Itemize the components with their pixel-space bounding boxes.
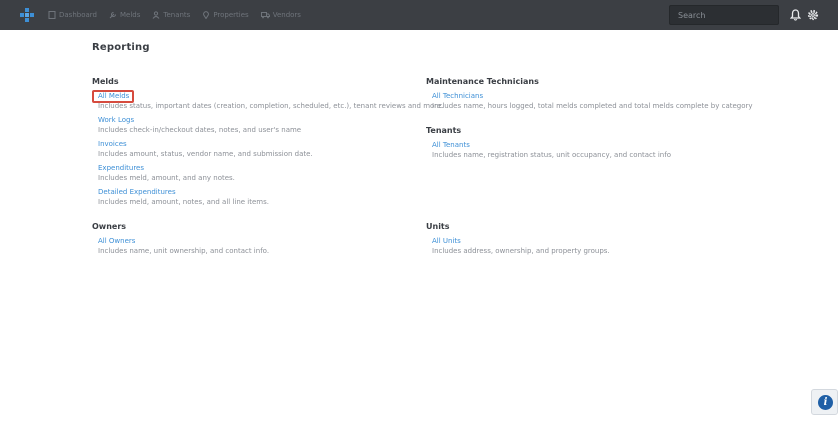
nav-label: Dashboard bbox=[59, 11, 97, 19]
nav-item-melds[interactable]: Melds bbox=[109, 11, 140, 19]
info-icon: i bbox=[818, 395, 833, 410]
section-title-owners: Owners bbox=[92, 222, 127, 231]
report-link-all-tenants[interactable]: All Tenants bbox=[432, 141, 470, 149]
nav-item-vendors[interactable]: Vendors bbox=[260, 11, 301, 19]
report-desc-all-melds: Includes status, important dates (creati… bbox=[98, 102, 444, 110]
report-link-work-logs[interactable]: Work Logs bbox=[98, 116, 134, 124]
section-title-units: Units bbox=[426, 222, 450, 231]
nav-item-properties[interactable]: Properties bbox=[202, 11, 249, 19]
report-link-all-units[interactable]: All Units bbox=[432, 237, 461, 245]
section-title-tenants: Tenants bbox=[426, 126, 462, 135]
report-desc-all-technicians: Includes name, hours logged, total melds… bbox=[432, 102, 753, 110]
report-link-all-melds[interactable]: All Melds bbox=[98, 92, 129, 100]
main-nav: Dashboard Melds Tenants Properties Vendo… bbox=[48, 0, 313, 30]
report-desc-detailed-expenditures: Includes meld, amount, notes, and all li… bbox=[98, 198, 269, 206]
top-navigation-bar: Dashboard Melds Tenants Properties Vendo… bbox=[0, 0, 838, 30]
nav-item-dashboard[interactable]: Dashboard bbox=[48, 11, 97, 19]
nav-label: Tenants bbox=[163, 11, 191, 19]
report-link-invoices[interactable]: Invoices bbox=[98, 140, 127, 148]
dashboard-icon bbox=[48, 11, 56, 19]
bell-icon[interactable] bbox=[790, 9, 801, 21]
section-title-melds: Melds bbox=[92, 77, 119, 86]
report-desc-all-tenants: Includes name, registration status, unit… bbox=[432, 151, 671, 159]
help-widget[interactable]: i bbox=[811, 389, 838, 415]
report-desc-all-units: Includes address, ownership, and propert… bbox=[432, 247, 610, 255]
wrench-icon bbox=[109, 12, 116, 19]
nav-item-tenants[interactable]: Tenants bbox=[152, 11, 190, 19]
section-title-technicians: Maintenance Technicians bbox=[426, 77, 539, 86]
nav-label: Properties bbox=[213, 11, 249, 19]
report-link-all-owners[interactable]: All Owners bbox=[98, 237, 135, 245]
report-link-detailed-expenditures[interactable]: Detailed Expenditures bbox=[98, 188, 176, 196]
nav-label: Melds bbox=[119, 11, 141, 19]
location-pin-icon bbox=[203, 11, 210, 19]
report-desc-work-logs: Includes check-in/checkout dates, notes,… bbox=[98, 126, 302, 134]
report-link-all-technicians[interactable]: All Technicians bbox=[432, 92, 483, 100]
report-desc-expenditures: Includes meld, amount, and any notes. bbox=[98, 174, 235, 182]
person-icon bbox=[152, 11, 160, 19]
page-title: Reporting bbox=[92, 42, 150, 53]
report-link-expenditures[interactable]: Expenditures bbox=[98, 164, 144, 172]
app-logo-icon[interactable] bbox=[20, 8, 34, 22]
truck-icon bbox=[260, 12, 270, 19]
gear-icon[interactable] bbox=[807, 9, 819, 21]
search-input[interactable] bbox=[669, 5, 779, 25]
nav-label: Vendors bbox=[272, 11, 301, 19]
report-desc-invoices: Includes amount, status, vendor name, an… bbox=[98, 150, 313, 158]
report-desc-all-owners: Includes name, unit ownership, and conta… bbox=[98, 247, 270, 255]
